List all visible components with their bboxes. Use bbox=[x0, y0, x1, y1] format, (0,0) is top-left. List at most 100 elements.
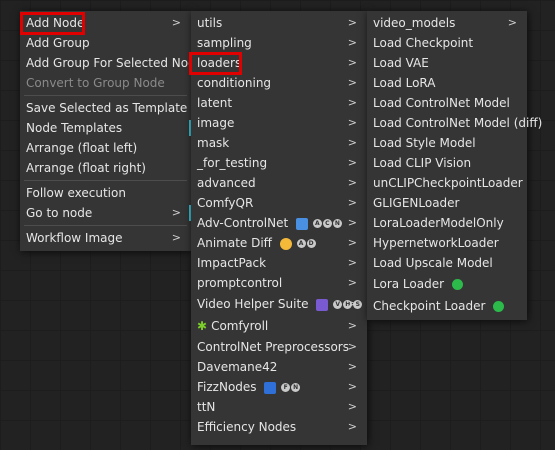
menu-item-label: Checkpoint Loader bbox=[373, 299, 486, 313]
menu-item-label: GLIGENLoader bbox=[373, 196, 460, 210]
menu-item-animate-diff[interactable]: Animate Diff AD > bbox=[191, 233, 367, 253]
chevron-right-icon: > bbox=[171, 206, 181, 219]
menu-item-label: Comfyroll bbox=[211, 319, 269, 333]
chevron-right-icon: > bbox=[347, 96, 357, 109]
chevron-right-icon: > bbox=[347, 156, 357, 169]
menu-item-add-node[interactable]: Add Node > bbox=[20, 13, 191, 33]
badge-letter: N bbox=[291, 383, 301, 392]
menu-item-unclip-checkpoint-loader[interactable]: unCLIPCheckpointLoader bbox=[367, 173, 527, 193]
menu-item-load-controlnet[interactable]: Load ControlNet Model bbox=[367, 93, 527, 113]
menu-item-save-template[interactable]: Save Selected as Template bbox=[20, 98, 191, 118]
chevron-right-icon: > bbox=[347, 56, 357, 69]
chevron-right-icon: > bbox=[347, 136, 357, 149]
menu-item-label: loaders bbox=[197, 56, 242, 70]
menu-item-label: Follow execution bbox=[26, 186, 126, 200]
menu-item-sampling[interactable]: sampling > bbox=[191, 33, 367, 53]
green-loop-icon bbox=[493, 301, 505, 312]
menu-item-promptcontrol[interactable]: promptcontrol > bbox=[191, 273, 367, 293]
menu-item-loaders[interactable]: loaders > bbox=[191, 53, 367, 73]
menu-item-conditioning[interactable]: conditioning > bbox=[191, 73, 367, 93]
badge-letter: V bbox=[333, 300, 343, 309]
chevron-right-icon: > bbox=[347, 256, 357, 269]
menu-item-lora-loader-model-only[interactable]: LoraLoaderModelOnly bbox=[367, 213, 527, 233]
menu-item-add-group-selected[interactable]: Add Group For Selected Nodes bbox=[20, 53, 209, 73]
menu-item-comfyroll[interactable]: ✱ Comfyroll > bbox=[191, 315, 367, 337]
chevron-right-icon: > bbox=[347, 116, 357, 129]
menu-item-load-style-model[interactable]: Load Style Model bbox=[367, 133, 527, 153]
menu-item-workflow-image[interactable]: Workflow Image > bbox=[20, 228, 191, 248]
menu-item-node-templates[interactable]: Node Templates bbox=[20, 118, 191, 138]
menu-item-label: Add Group bbox=[26, 36, 90, 50]
menu-separator bbox=[24, 180, 187, 181]
menu-item-controlnet-preprocessors[interactable]: ControlNet Preprocessors > bbox=[191, 337, 367, 357]
menu-item-lora-loader[interactable]: Lora Loader bbox=[367, 273, 527, 295]
menu-item-load-vae[interactable]: Load VAE bbox=[367, 53, 527, 73]
menu-item-load-controlnet-diff[interactable]: Load ControlNet Model (diff) bbox=[367, 113, 542, 133]
menu-item-gligen-loader[interactable]: GLIGENLoader bbox=[367, 193, 527, 213]
menu-item-load-lora[interactable]: Load LoRA bbox=[367, 73, 527, 93]
chevron-right-icon: > bbox=[347, 16, 357, 29]
menu-item-label: Load Upscale Model bbox=[373, 256, 493, 270]
context-menu-main: Add Node > Add Group Add Group For Selec… bbox=[20, 11, 209, 251]
menu-item-utils[interactable]: utils > bbox=[191, 13, 367, 33]
puzzle-leaf-icon: ✱ bbox=[197, 319, 208, 333]
badge-letter: F bbox=[281, 383, 291, 392]
menu-item-label: ControlNet Preprocessors bbox=[197, 340, 349, 354]
menu-item-label: advanced bbox=[197, 176, 256, 190]
menu-item-video-models[interactable]: video_models > bbox=[367, 13, 527, 33]
menu-item-label: utils bbox=[197, 16, 223, 30]
menu-item-impactpack[interactable]: ImpactPack > bbox=[191, 253, 367, 273]
menu-item-checkpoint-loader[interactable]: Checkpoint Loader bbox=[367, 295, 527, 317]
menu-item-label: promptcontrol bbox=[197, 276, 283, 290]
menu-separator bbox=[24, 225, 187, 226]
menu-item-load-upscale-model[interactable]: Load Upscale Model bbox=[367, 253, 527, 273]
menu-item-follow-execution[interactable]: Follow execution bbox=[20, 183, 191, 203]
menu-item-ttn[interactable]: ttN > bbox=[191, 397, 367, 417]
chevron-right-icon: > bbox=[507, 16, 517, 29]
menu-item-efficiency-nodes[interactable]: Efficiency Nodes > bbox=[191, 417, 367, 437]
chevron-right-icon: > bbox=[347, 319, 357, 332]
menu-item-label: sampling bbox=[197, 36, 252, 50]
menu-item-label: ImpactPack bbox=[197, 256, 267, 270]
menu-item-go-to-node[interactable]: Go to node > bbox=[20, 203, 191, 223]
theater-masks-icon bbox=[279, 237, 292, 250]
menu-item-label: Adv-ControlNet bbox=[197, 216, 289, 230]
menu-item-label: LoraLoaderModelOnly bbox=[373, 216, 504, 230]
menu-item-label: Davemane42 bbox=[197, 360, 278, 374]
menu-item-load-clip-vision[interactable]: Load CLIP Vision bbox=[367, 153, 527, 173]
menu-item-advanced[interactable]: advanced > bbox=[191, 173, 367, 193]
menu-item-convert-group-node: Convert to Group Node bbox=[20, 73, 191, 93]
chevron-right-icon: > bbox=[347, 216, 357, 229]
alien-icon bbox=[316, 298, 329, 311]
menu-item-label: Arrange (float left) bbox=[26, 141, 138, 155]
menu-item-label: mask bbox=[197, 136, 230, 150]
menu-item-comfyqr[interactable]: ComfyQR > bbox=[191, 193, 367, 213]
badge-letter: A bbox=[312, 219, 322, 228]
menu-item-video-helper-suite[interactable]: Video Helper Suite VHS > bbox=[191, 293, 367, 315]
chevron-right-icon: > bbox=[347, 400, 357, 413]
menu-item-mask[interactable]: mask > bbox=[191, 133, 367, 153]
menu-item-label: video_models bbox=[373, 16, 456, 30]
menu-item-label: Add Group For Selected Nodes bbox=[26, 56, 210, 70]
menu-item-label: ComfyQR bbox=[197, 196, 254, 210]
menu-item-label: HypernetworkLoader bbox=[373, 236, 499, 250]
menu-item-arrange-left[interactable]: Arrange (float left) bbox=[20, 138, 191, 158]
menu-item-latent[interactable]: latent > bbox=[191, 93, 367, 113]
menu-item-add-group[interactable]: Add Group bbox=[20, 33, 191, 53]
menu-item-label: Load ControlNet Model (diff) bbox=[373, 116, 543, 130]
badge-letter: N bbox=[332, 219, 342, 228]
menu-item-image[interactable]: image > bbox=[191, 113, 367, 133]
menu-item-hypernetwork-loader[interactable]: HypernetworkLoader bbox=[367, 233, 527, 253]
chevron-right-icon: > bbox=[347, 276, 357, 289]
menu-item-load-checkpoint[interactable]: Load Checkpoint bbox=[367, 33, 527, 53]
menu-item-fizznodes[interactable]: FizzNodes FN > bbox=[191, 377, 367, 397]
menu-item-label: Load ControlNet Model bbox=[373, 96, 510, 110]
menu-item-label: Load LoRA bbox=[373, 76, 436, 90]
calendar-icon bbox=[264, 381, 277, 394]
menu-item-for-testing[interactable]: _for_testing > bbox=[191, 153, 367, 173]
menu-item-davemane42[interactable]: Davemane42 > bbox=[191, 357, 367, 377]
chevron-right-icon: > bbox=[347, 360, 357, 373]
menu-item-label: latent bbox=[197, 96, 233, 110]
menu-item-adv-controlnet[interactable]: Adv-ControlNet ACN > bbox=[191, 213, 367, 233]
menu-item-arrange-right[interactable]: Arrange (float right) bbox=[20, 158, 191, 178]
